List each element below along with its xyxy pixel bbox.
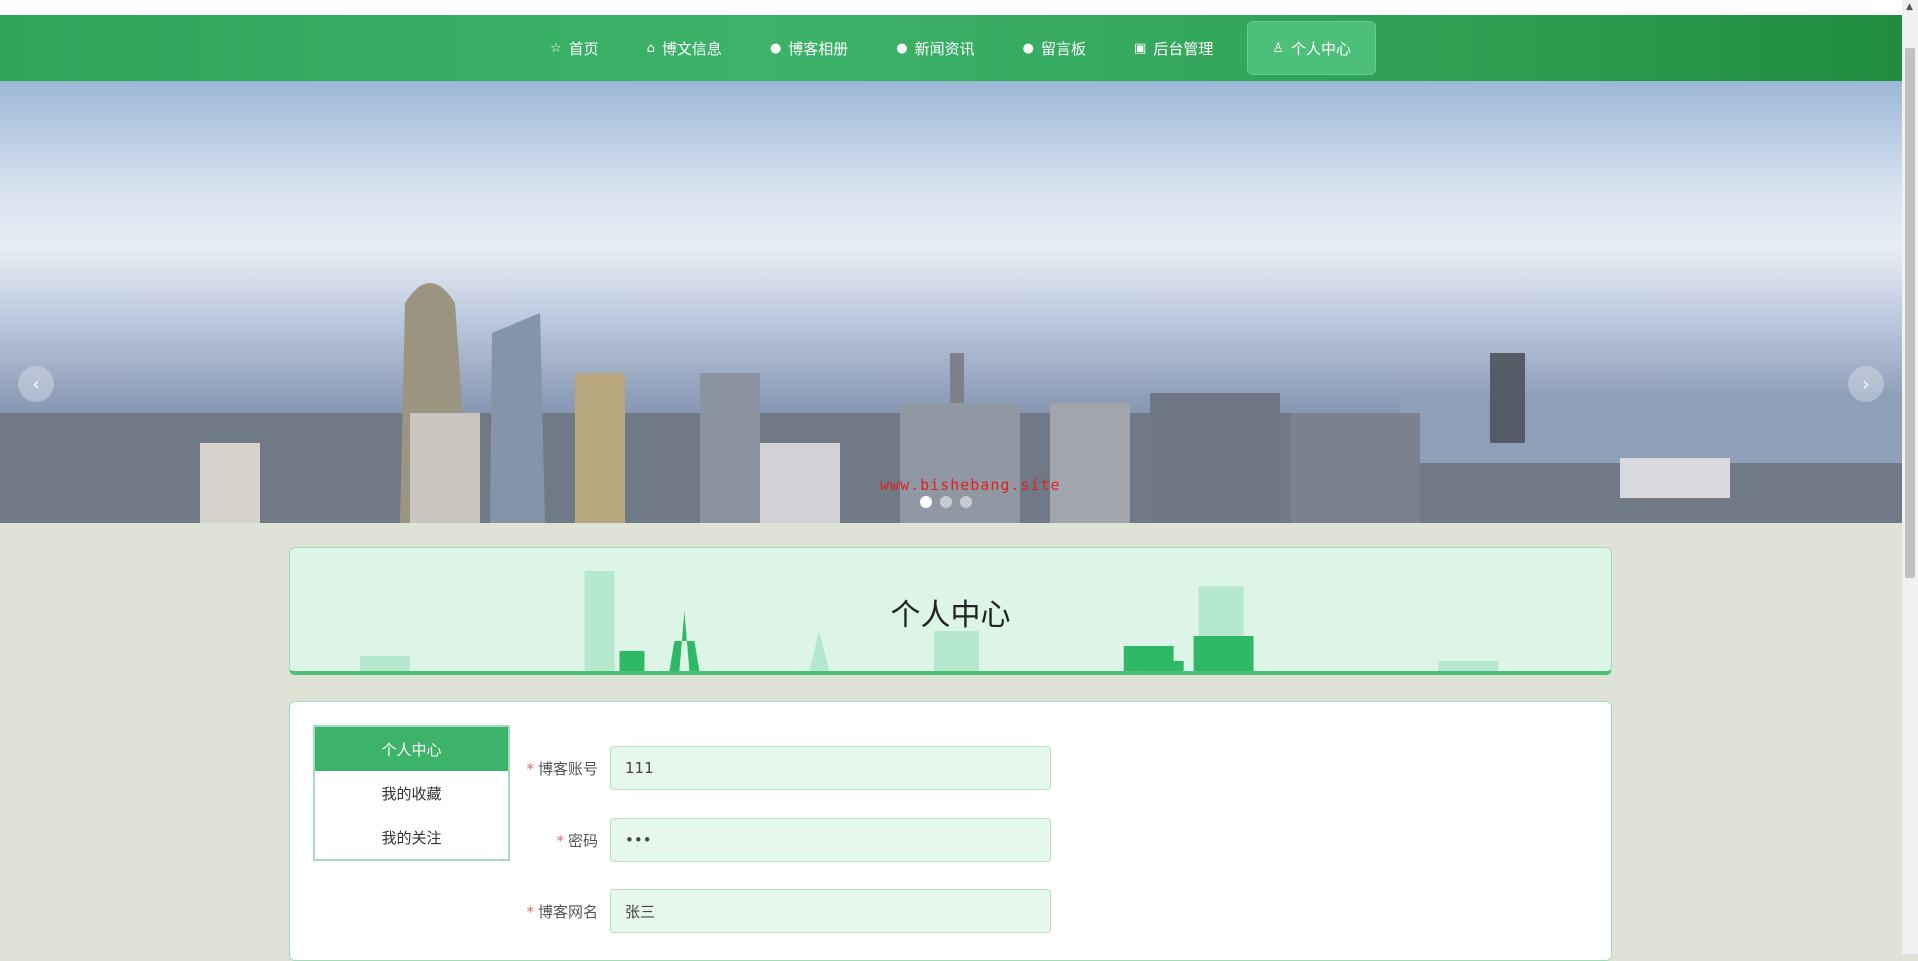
nav-label: 博客相册 <box>788 39 849 58</box>
nav-profile[interactable]: ♙ 个人中心 <box>1247 21 1376 75</box>
bag-icon: ⌂ <box>646 40 655 56</box>
carousel-dot[interactable] <box>960 496 972 508</box>
nav-label: 后台管理 <box>1153 39 1214 58</box>
info-circle-icon: ● <box>769 40 782 56</box>
nav-admin[interactable]: ▣ 后台管理 <box>1110 21 1237 75</box>
scrollbar-thumb[interactable] <box>1905 48 1915 578</box>
menu-item-profile[interactable]: 个人中心 <box>315 727 508 771</box>
nav-label: 新闻资讯 <box>914 39 975 58</box>
form-row-account: * 博客账号 <box>490 746 1051 790</box>
nav-blog-posts[interactable]: ⌂ 博文信息 <box>623 21 746 75</box>
page-title-banner: 个人中心 <box>289 547 1612 675</box>
chevron-left-icon: ‹ <box>32 373 40 395</box>
scroll-up-icon[interactable]: ▲ <box>1906 2 1913 12</box>
nav-news[interactable]: ● 新闻资讯 <box>872 21 998 75</box>
nav-label: 博文信息 <box>661 39 722 58</box>
carousel-indicators <box>920 496 972 508</box>
chevron-right-icon: › <box>1862 373 1870 395</box>
menu-item-favorites[interactable]: 我的收藏 <box>315 771 508 815</box>
carousel-prev-button[interactable]: ‹ <box>18 366 54 402</box>
info-icon: ● <box>1022 40 1034 56</box>
required-mark: * <box>526 902 534 921</box>
banner-carousel: ‹ › www.bishebang.site <box>0 81 1902 523</box>
form-row-nickname: * 博客网名 <box>490 889 1051 933</box>
main-nav: ☆ 首页 ⌂ 博文信息 ● 博客相册 ● 新闻资讯 ● 留言板 ▣ 后台管理 ♙ 个人中心 <box>0 15 1902 81</box>
nickname-input[interactable] <box>610 889 1051 933</box>
nickname-label: * 博客网名 <box>490 901 610 922</box>
password-input[interactable] <box>610 818 1051 862</box>
nav-album[interactable]: ● 博客相册 <box>746 21 872 75</box>
user-icon: ♙ <box>1272 40 1284 56</box>
nav-home[interactable]: ☆ 首页 <box>526 21 623 75</box>
account-input[interactable] <box>610 746 1051 790</box>
nav-guestbook[interactable]: ● 留言板 <box>999 21 1110 75</box>
carousel-next-button[interactable]: › <box>1848 366 1884 402</box>
page-title: 个人中心 <box>890 598 1011 633</box>
watermark: www.bishebang.site <box>880 476 1061 494</box>
nav-label: 留言板 <box>1041 39 1087 58</box>
label-text: 博客账号 <box>537 759 598 778</box>
carousel-dot[interactable] <box>940 496 952 508</box>
form-row-password: * 密码 <box>490 818 1051 862</box>
profile-sidebar-menu: 个人中心 我的收藏 我的关注 <box>313 725 510 861</box>
menu-item-following[interactable]: 我的关注 <box>315 815 508 859</box>
profile-card: 个人中心 我的收藏 我的关注 *博客账号 *密码 *博客网名 <box>289 701 1612 961</box>
browser-top-strip <box>0 0 1902 15</box>
account-label: * 博客账号 <box>490 758 610 779</box>
required-mark: * <box>526 759 534 778</box>
question-circle-icon: ● <box>896 40 908 56</box>
nav-label: 个人中心 <box>1290 39 1351 58</box>
label-text: 博客网名 <box>537 902 598 921</box>
label-text: 密码 <box>567 831 598 850</box>
password-label: * 密码 <box>490 830 610 851</box>
page-scrollbar[interactable]: ▲ <box>1902 0 1918 954</box>
carousel-dot[interactable] <box>920 496 932 508</box>
nav-label: 首页 <box>568 39 599 58</box>
box-icon: ▣ <box>1134 40 1147 56</box>
star-icon: ☆ <box>549 40 562 56</box>
required-mark: * <box>556 831 564 850</box>
